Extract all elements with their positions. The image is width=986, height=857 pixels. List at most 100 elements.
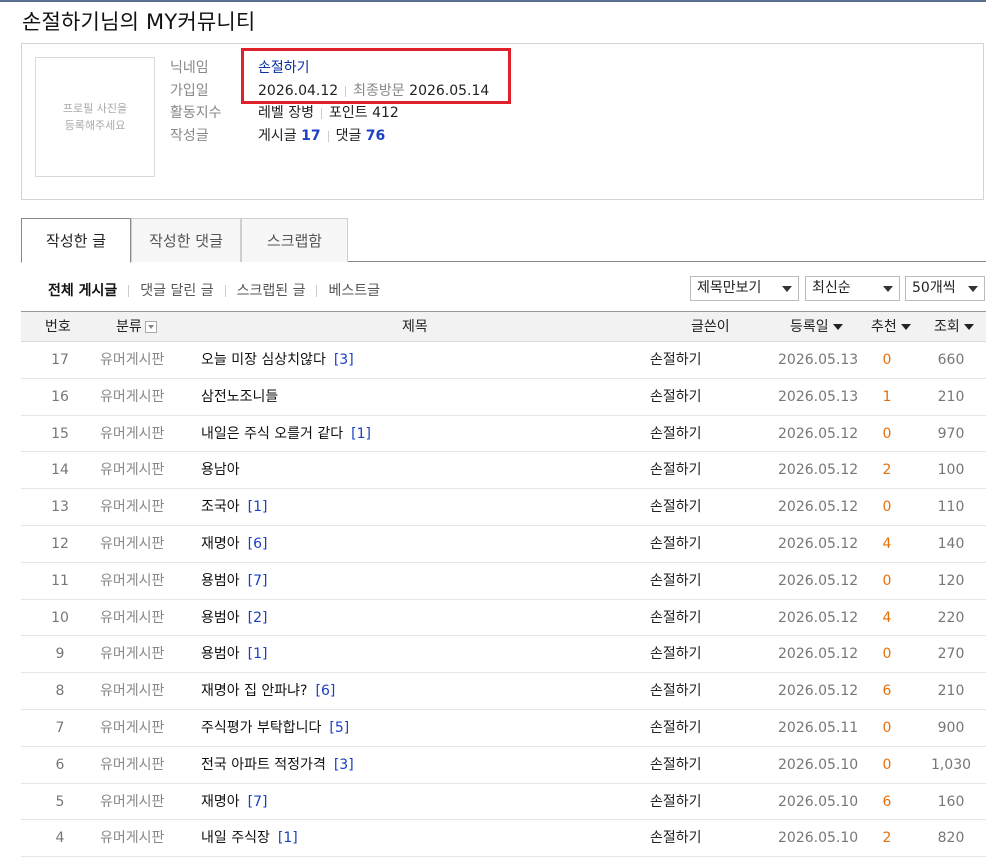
row-author[interactable]: 손절하기 (650, 489, 702, 525)
row-comment-count[interactable]: [5] (329, 720, 349, 736)
row-title-text[interactable]: 주식평가 부탁합니다 (201, 720, 321, 736)
row-title[interactable]: 내일 주식장 [1] (201, 820, 298, 856)
filter-scrapped-posts[interactable]: 스크랩된 글 (237, 283, 306, 299)
per-page-select[interactable]: 50개씩 (905, 276, 985, 301)
row-category[interactable]: 유머게시판 (100, 416, 164, 452)
sort-select[interactable]: 최신순 (805, 276, 900, 301)
row-comment-count[interactable]: [1] (278, 830, 298, 846)
tab-my-comments[interactable]: 작성한 댓글 (131, 218, 241, 262)
tab-scraps[interactable]: 스크랩함 (241, 218, 348, 262)
row-comment-count[interactable]: [1] (248, 499, 268, 515)
table-row[interactable]: 14 유머게시판 용남아 손절하기 2026.05.12 2 100 (21, 452, 986, 490)
row-category[interactable]: 유머게시판 (100, 673, 164, 709)
row-title[interactable]: 내일은 주식 오를거 같다 [1] (201, 416, 371, 452)
row-comment-count[interactable]: [6] (316, 683, 336, 699)
filter-best-posts[interactable]: 베스트글 (328, 283, 380, 299)
row-comment-count[interactable]: [3] (334, 352, 354, 368)
table-row[interactable]: 16 유머게시판 삼전노조니들 손절하기 2026.05.13 1 210 (21, 379, 986, 416)
comments-count[interactable]: 76 (366, 128, 385, 144)
row-author[interactable]: 손절하기 (650, 379, 702, 415)
row-category[interactable]: 유머게시판 (100, 820, 164, 856)
row-author[interactable]: 손절하기 (650, 820, 702, 856)
row-title[interactable]: 용범아 [1] (201, 636, 267, 672)
header-recommend[interactable]: 추천 (871, 312, 911, 342)
row-category[interactable]: 유머게시판 (100, 489, 164, 525)
row-comment-count[interactable]: [1] (351, 426, 371, 442)
header-date[interactable]: 등록일 (790, 312, 843, 342)
row-author[interactable]: 손절하기 (650, 416, 702, 452)
row-author[interactable]: 손절하기 (650, 563, 702, 599)
row-author[interactable]: 손절하기 (650, 526, 702, 562)
row-comment-count[interactable]: [7] (248, 573, 268, 589)
table-row[interactable]: 7 유머게시판 주식평가 부탁합니다 [5] 손절하기 2026.05.11 0 900 (21, 710, 986, 747)
tab-my-posts[interactable]: 작성한 글 (21, 218, 131, 263)
row-title-text[interactable]: 오늘 미장 심상치않다 (201, 352, 326, 368)
row-title[interactable]: 용범아 [7] (201, 563, 267, 599)
row-category[interactable]: 유머게시판 (100, 563, 164, 599)
nickname-value[interactable]: 손절하기 (258, 57, 310, 79)
row-category[interactable]: 유머게시판 (100, 342, 164, 378)
table-row[interactable]: 15 유머게시판 내일은 주식 오를거 같다 [1] 손절하기 2026.05.12 0 97… (21, 416, 986, 453)
row-title[interactable]: 용남아 (201, 452, 240, 488)
table-row[interactable]: 13 유머게시판 조국아 [1] 손절하기 2026.05.12 0 110 (21, 489, 986, 526)
row-title-text[interactable]: 용범아 (201, 610, 240, 626)
table-row[interactable]: 6 유머게시판 전국 아파트 적정가격 [3] 손절하기 2026.05.10 0 1,030 (21, 747, 986, 784)
row-comment-count[interactable]: [3] (334, 757, 354, 773)
row-author[interactable]: 손절하기 (650, 747, 702, 783)
header-category[interactable]: 분류 (116, 312, 157, 342)
filter-all-posts[interactable]: 전체 게시글 (48, 283, 117, 299)
row-title[interactable]: 오늘 미장 심상치않다 [3] (201, 342, 354, 378)
row-author[interactable]: 손절하기 (650, 710, 702, 746)
profile-photo-placeholder[interactable]: 프로필 사진을 등록해주세요 (35, 57, 155, 177)
row-title-text[interactable]: 내일 주식장 (201, 830, 270, 846)
row-category[interactable]: 유머게시판 (100, 526, 164, 562)
row-author[interactable]: 손절하기 (650, 452, 702, 488)
row-title[interactable]: 삼전노조니들 (201, 379, 278, 415)
row-comment-count[interactable]: [2] (248, 610, 268, 626)
table-row[interactable]: 17 유머게시판 오늘 미장 심상치않다 [3] 손절하기 2026.05.13 0 660 (21, 342, 986, 379)
row-author[interactable]: 손절하기 (650, 600, 702, 636)
row-title[interactable]: 재명아 [6] (201, 526, 267, 562)
view-mode-select[interactable]: 제목만보기 (690, 276, 799, 301)
row-category[interactable]: 유머게시판 (100, 600, 164, 636)
row-title-text[interactable]: 전국 아파트 적정가격 (201, 757, 326, 773)
row-category[interactable]: 유머게시판 (100, 636, 164, 672)
table-row[interactable]: 10 유머게시판 용범아 [2] 손절하기 2026.05.12 4 220 (21, 600, 986, 637)
header-views[interactable]: 조회 (934, 312, 974, 342)
row-category[interactable]: 유머게시판 (100, 747, 164, 783)
row-title-text[interactable]: 재명아 집 안파냐? (201, 683, 308, 699)
row-title[interactable]: 주식평가 부탁합니다 [5] (201, 710, 349, 746)
row-title-text[interactable]: 재명아 (201, 794, 240, 810)
row-title[interactable]: 전국 아파트 적정가격 [3] (201, 747, 354, 783)
row-title-text[interactable]: 조국아 (201, 499, 240, 515)
table-row[interactable]: 5 유머게시판 재명아 [7] 손절하기 2026.05.10 6 160 (21, 784, 986, 821)
table-row[interactable]: 8 유머게시판 재명아 집 안파냐? [6] 손절하기 2026.05.12 6 210 (21, 673, 986, 710)
row-comment-count[interactable]: [7] (248, 794, 268, 810)
row-title-text[interactable]: 재명아 (201, 536, 240, 552)
row-author[interactable]: 손절하기 (650, 342, 702, 378)
row-title-text[interactable]: 용남아 (201, 462, 240, 478)
dropdown-icon[interactable] (144, 321, 157, 333)
table-row[interactable]: 12 유머게시판 재명아 [6] 손절하기 2026.05.12 4 140 (21, 526, 986, 563)
row-category[interactable]: 유머게시판 (100, 784, 164, 820)
row-title-text[interactable]: 용범아 (201, 573, 240, 589)
row-title-text[interactable]: 삼전노조니들 (201, 389, 278, 405)
row-title[interactable]: 용범아 [2] (201, 600, 267, 636)
row-title[interactable]: 조국아 [1] (201, 489, 267, 525)
posts-count[interactable]: 17 (301, 128, 320, 144)
row-author[interactable]: 손절하기 (650, 636, 702, 672)
table-row[interactable]: 11 유머게시판 용범아 [7] 손절하기 2026.05.12 0 120 (21, 563, 986, 600)
row-category[interactable]: 유머게시판 (100, 379, 164, 415)
row-title[interactable]: 재명아 [7] (201, 784, 267, 820)
filter-commented-posts[interactable]: 댓글 달린 글 (140, 283, 213, 299)
row-title-text[interactable]: 내일은 주식 오를거 같다 (201, 426, 343, 442)
table-row[interactable]: 4 유머게시판 내일 주식장 [1] 손절하기 2026.05.10 2 820 (21, 820, 986, 857)
row-comment-count[interactable]: [1] (248, 646, 268, 662)
row-title-text[interactable]: 용범아 (201, 646, 240, 662)
row-comment-count[interactable]: [6] (248, 536, 268, 552)
row-category[interactable]: 유머게시판 (100, 452, 164, 488)
row-author[interactable]: 손절하기 (650, 673, 702, 709)
row-category[interactable]: 유머게시판 (100, 710, 164, 746)
table-row[interactable]: 9 유머게시판 용범아 [1] 손절하기 2026.05.12 0 270 (21, 636, 986, 674)
row-author[interactable]: 손절하기 (650, 784, 702, 820)
